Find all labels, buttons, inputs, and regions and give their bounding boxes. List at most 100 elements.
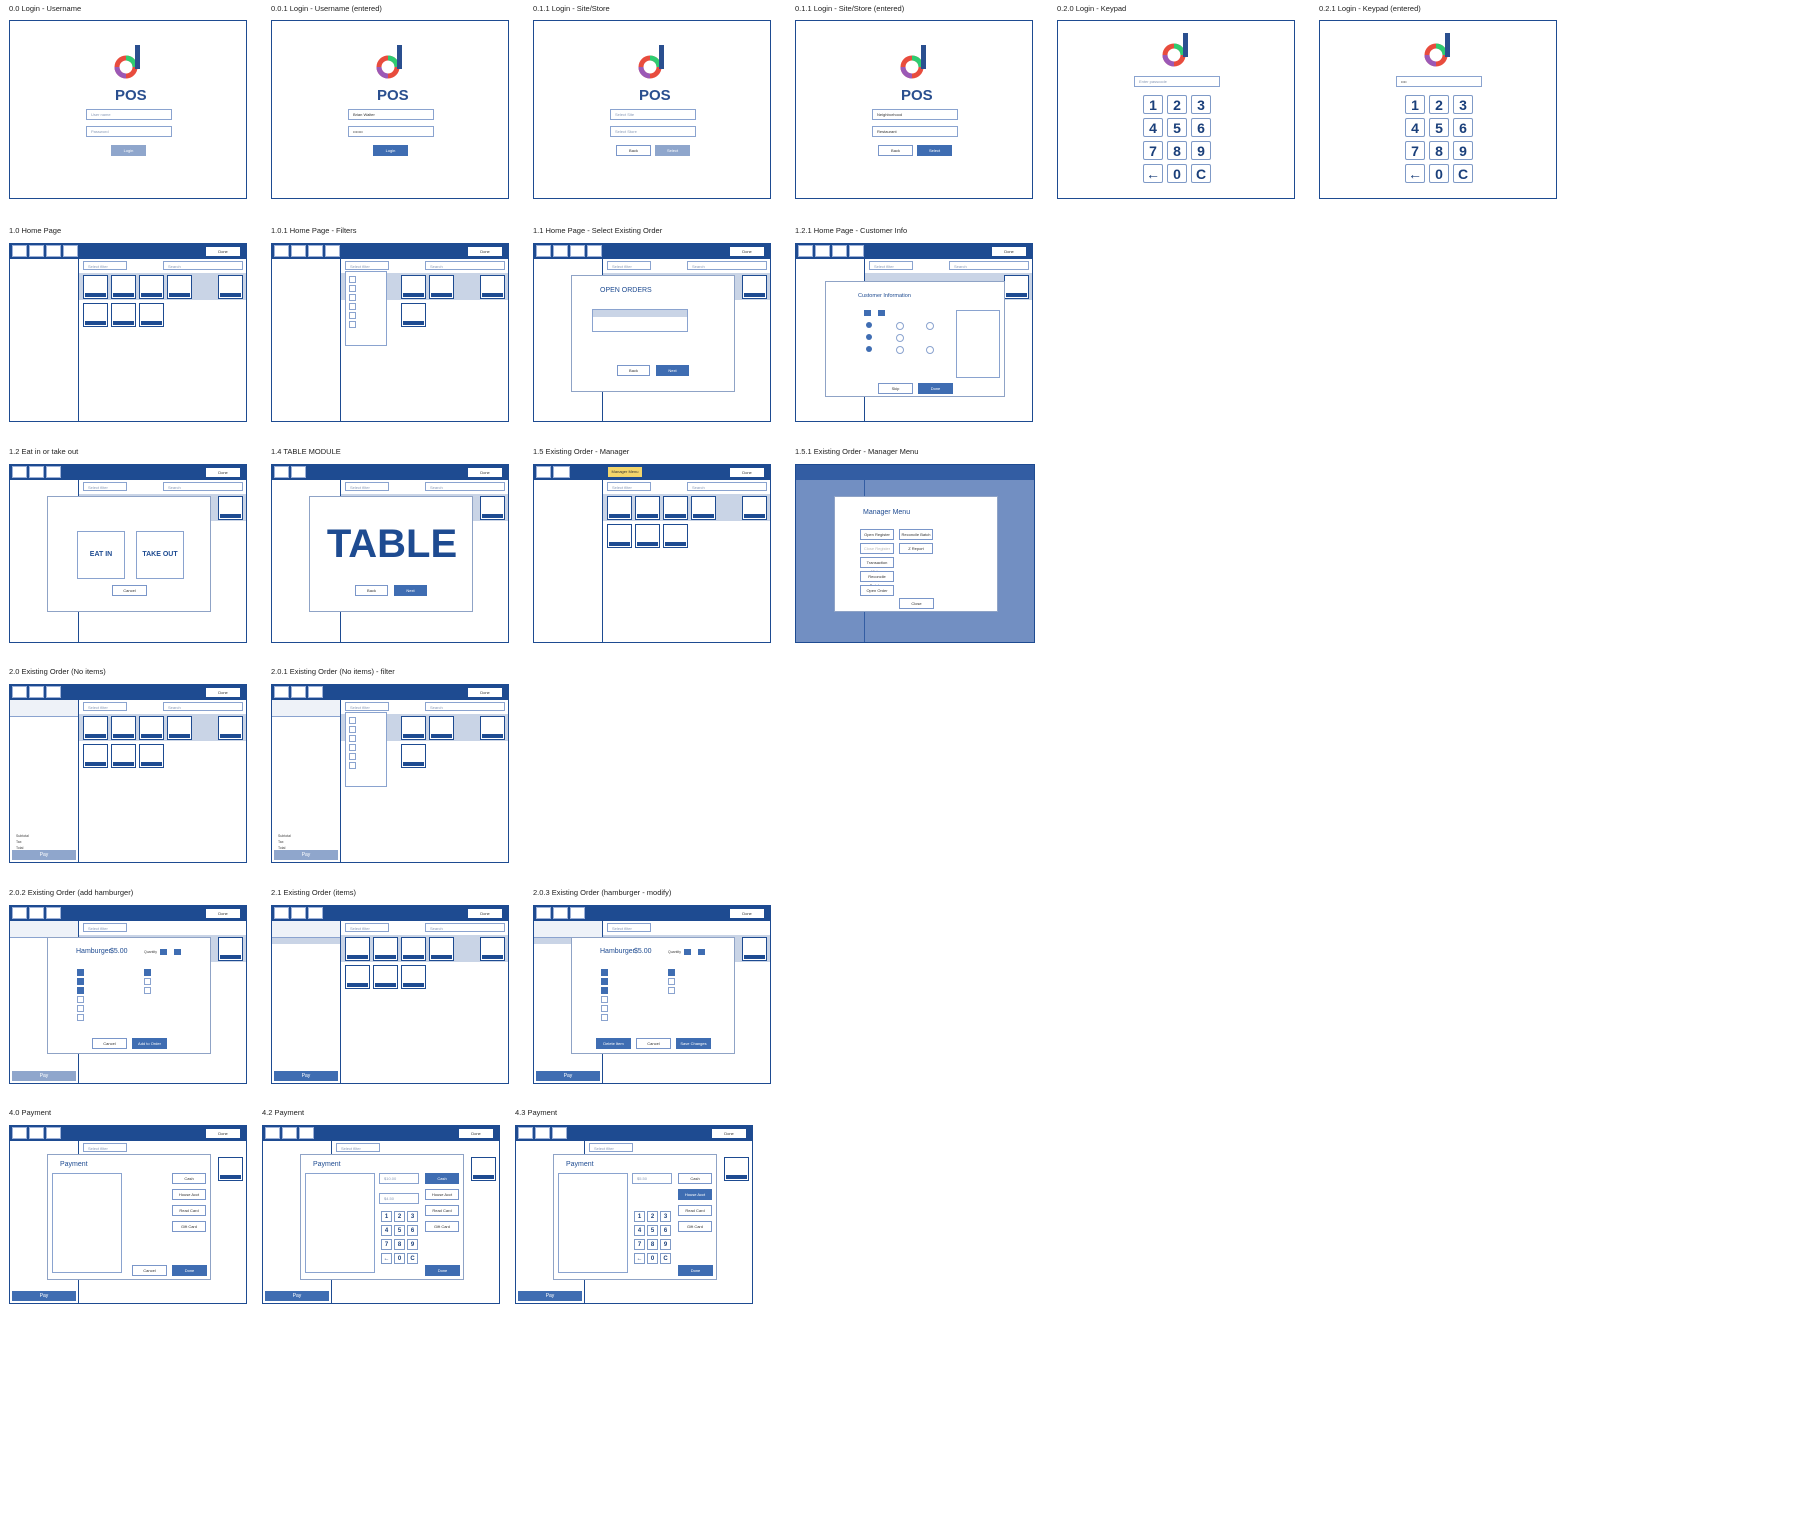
category-tile[interactable] (218, 496, 243, 520)
cancel-button[interactable]: Cancel (92, 1038, 127, 1049)
increment-button[interactable] (878, 310, 885, 316)
nav-tab[interactable] (553, 245, 568, 257)
item-tile[interactable] (83, 303, 108, 327)
increment-button[interactable] (174, 949, 181, 955)
modifier-checkbox[interactable] (144, 969, 151, 976)
nav-tab[interactable] (12, 245, 27, 257)
nav-tab[interactable] (570, 245, 585, 257)
nav-tab[interactable] (46, 1127, 61, 1139)
search-input[interactable]: Search (687, 261, 767, 270)
done-button[interactable]: Done (206, 247, 240, 256)
radio-option[interactable] (896, 322, 904, 330)
category-tile[interactable] (218, 716, 243, 740)
category-tile[interactable] (691, 496, 716, 520)
key-1[interactable]: 1 (381, 1211, 392, 1222)
category-tile[interactable] (635, 496, 660, 520)
done-button[interactable]: Done (730, 468, 764, 477)
modifier-checkbox[interactable] (601, 987, 608, 994)
next-button[interactable]: Next (656, 365, 689, 376)
cancel-button[interactable]: Cancel (132, 1265, 167, 1276)
done-button[interactable]: Done (730, 247, 764, 256)
item-tile[interactable] (139, 303, 164, 327)
clear-key[interactable]: C (1191, 164, 1211, 183)
done-button[interactable]: Done (918, 383, 953, 394)
item-tile[interactable] (607, 524, 632, 548)
modifier-checkbox[interactable] (601, 996, 608, 1003)
nav-tab[interactable] (29, 1127, 44, 1139)
nav-tab[interactable] (308, 686, 323, 698)
item-tile[interactable] (345, 965, 370, 989)
category-tile[interactable] (401, 716, 426, 740)
site-select[interactable]: Select Site (610, 109, 696, 120)
search-input[interactable]: Search (163, 482, 243, 491)
nav-tab[interactable] (535, 1127, 550, 1139)
save-changes-button[interactable]: Save Changes (676, 1038, 711, 1049)
key-2[interactable]: 2 (647, 1211, 658, 1222)
key-8[interactable]: 8 (647, 1239, 658, 1250)
decrement-button[interactable] (684, 949, 691, 955)
menu-option-button[interactable]: Reconcile Batch (899, 529, 933, 540)
nav-tab[interactable] (12, 686, 27, 698)
category-tile[interactable] (429, 937, 454, 961)
nav-tab[interactable] (587, 245, 602, 257)
pay-button[interactable]: Pay (12, 850, 76, 860)
payment-method-card[interactable]: Read Card (425, 1205, 459, 1216)
payment-amount-input[interactable]: $5.50 (632, 1173, 672, 1184)
done-button[interactable]: Done (206, 688, 240, 697)
nav-tab[interactable] (308, 907, 323, 919)
key-0[interactable]: 0 (647, 1253, 658, 1264)
password-input[interactable]: ••••••• (348, 126, 434, 137)
take-out-button[interactable]: TAKE OUT (136, 531, 184, 579)
item-tile[interactable] (635, 524, 660, 548)
nav-tab[interactable] (536, 907, 551, 919)
nav-tab[interactable] (274, 686, 289, 698)
payment-method-cash[interactable]: Cash (425, 1173, 459, 1184)
nav-tab[interactable] (325, 245, 340, 257)
key-3[interactable]: 3 (1453, 95, 1473, 114)
category-tile[interactable] (1004, 275, 1029, 299)
key-5[interactable]: 5 (1167, 118, 1187, 137)
payment-amount-input[interactable]: $10.00 (379, 1173, 419, 1184)
menu-option-button[interactable]: Transaction History (860, 557, 894, 574)
filter-checkbox[interactable] (349, 726, 356, 733)
nav-tab[interactable] (518, 1127, 533, 1139)
back-button[interactable]: Back (617, 365, 650, 376)
key-5[interactable]: 5 (1429, 118, 1449, 137)
category-tile[interactable] (218, 1157, 243, 1181)
search-input[interactable]: Search (687, 482, 767, 491)
done-button[interactable]: Done (730, 909, 764, 918)
nav-tab[interactable] (291, 466, 306, 478)
modifier-checkbox[interactable] (77, 987, 84, 994)
key-0[interactable]: 0 (1167, 164, 1187, 183)
filter-checkbox[interactable] (349, 753, 356, 760)
filter-select[interactable]: Select filter (607, 482, 651, 491)
done-button[interactable]: Done (468, 247, 502, 256)
search-input[interactable]: Search (949, 261, 1029, 270)
filter-checkbox[interactable] (349, 303, 356, 310)
key-1[interactable]: 1 (1405, 95, 1425, 114)
search-input[interactable]: Search (425, 702, 505, 711)
backspace-key[interactable]: ← (1143, 164, 1163, 183)
nav-tab[interactable] (536, 245, 551, 257)
filter-checkbox[interactable] (349, 312, 356, 319)
filter-checkbox[interactable] (349, 717, 356, 724)
delete-item-button[interactable]: Delete Item (596, 1038, 631, 1049)
modifier-checkbox[interactable] (144, 987, 151, 994)
menu-option-button[interactable]: Open Order (860, 585, 894, 596)
change-due-input[interactable]: $4.50 (379, 1193, 419, 1204)
username-input[interactable]: Brian Walter (348, 109, 434, 120)
modifier-checkbox[interactable] (668, 978, 675, 985)
done-button[interactable]: Done (425, 1265, 460, 1276)
filter-select[interactable]: Select filter (345, 923, 389, 932)
nav-tab[interactable] (299, 1127, 314, 1139)
nav-tab[interactable] (29, 686, 44, 698)
done-button[interactable]: Done (468, 909, 502, 918)
category-tile[interactable] (111, 275, 136, 299)
category-tile[interactable] (345, 937, 370, 961)
nav-tab[interactable] (849, 245, 864, 257)
nav-tab[interactable] (274, 245, 289, 257)
category-tile[interactable] (742, 937, 767, 961)
category-tile[interactable] (373, 937, 398, 961)
decrement-button[interactable] (864, 310, 871, 316)
filter-select[interactable]: Select filter (869, 261, 913, 270)
